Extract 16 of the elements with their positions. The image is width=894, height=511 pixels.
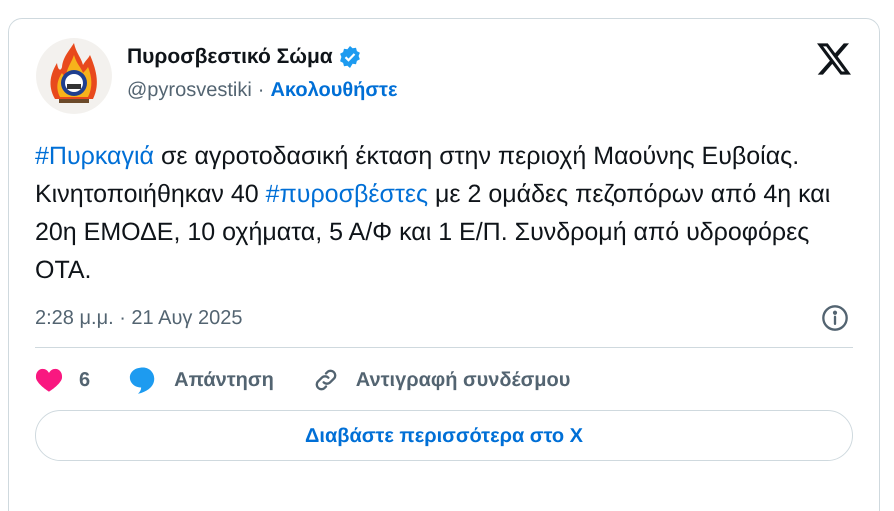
info-icon[interactable] xyxy=(821,304,849,332)
tweet-text: #Πυρκαγιά σε αγροτοδασική έκταση στην περιοχή Μαούνης Ευβοίας. Κινητοποιήθηκαν 40 #πυροσβέστες με 2 ομάδες πεζοπόρων από 4η και 20η ΕΜΟΔΕ, 10 οχήματα, 5 Α/Φ και 1 Ε/Π. Συνδρομή από υδροφόρες ΟΤΑ. xyxy=(35,141,832,286)
like-button[interactable]: 6 xyxy=(35,365,90,395)
timestamp[interactable]: 2:28 μ.μ. · 21 Αυγ 2025 xyxy=(35,303,242,333)
x-logo-icon[interactable] xyxy=(817,43,851,75)
copy-link-button[interactable]: Αντιγραφή συνδέσμου xyxy=(312,365,570,395)
account-handle[interactable]: @pyrosvestiki xyxy=(127,74,252,104)
follow-link[interactable]: Ακολουθήστε xyxy=(270,74,398,104)
separator-dot: · xyxy=(258,78,264,102)
hashtag-link[interactable]: #πυροσβέστες xyxy=(266,180,428,208)
hashtag-link[interactable]: #Πυρκαγιά xyxy=(35,142,154,170)
heart-icon xyxy=(35,367,63,393)
account-name[interactable]: Πυροσβεστικό Σώμα xyxy=(127,41,333,72)
read-more-button[interactable]: Διαβάστε περισσότερα στο X xyxy=(35,410,853,461)
reply-button[interactable]: Απάντηση xyxy=(128,365,274,395)
flame-emblem-icon xyxy=(35,37,113,115)
